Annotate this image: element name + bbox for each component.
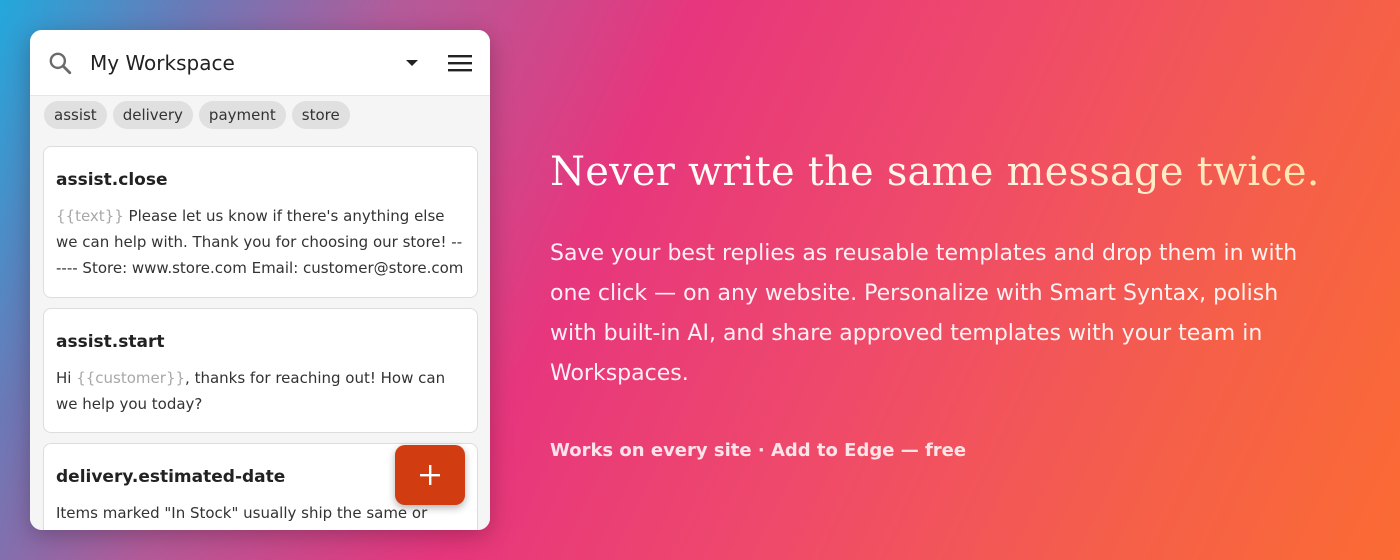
template-card[interactable]: assist.start Hi {{customer}}, thanks for… — [43, 308, 478, 433]
template-title: assist.start — [56, 332, 165, 352]
template-card[interactable]: assist.close {{text}} Please let us know… — [43, 146, 478, 298]
tag-chip-assist[interactable]: assist — [44, 101, 107, 129]
search-icon[interactable] — [46, 49, 74, 77]
tag-chip-delivery[interactable]: delivery — [112, 101, 193, 129]
chevron-down-icon[interactable] — [398, 49, 426, 77]
workspace-title[interactable]: My Workspace — [90, 51, 398, 75]
hero-headline: Never write the same message twice. — [550, 142, 1370, 202]
hero-description: Save your best replies as reusable templ… — [550, 241, 1298, 386]
popup-header: My Workspace — [30, 30, 490, 96]
tag-filter-row: assist delivery payment store — [30, 96, 490, 134]
template-variable: {{customer}} — [76, 369, 186, 387]
tag-chip-store[interactable]: store — [291, 101, 350, 129]
template-variable: {{text}} — [56, 207, 124, 225]
add-template-button[interactable] — [395, 445, 465, 505]
plus-icon — [420, 465, 440, 485]
tag-chip-payment[interactable]: payment — [198, 101, 286, 129]
template-title: assist.close — [56, 170, 168, 190]
hamburger-menu-icon[interactable] — [446, 49, 474, 77]
hero-cta[interactable]: Works on every site · Add to Edge — free — [550, 438, 1330, 464]
template-body: Hi {{customer}}, thanks for reaching out… — [56, 365, 465, 417]
template-body: {{text}} Please let us know if there's a… — [56, 203, 465, 281]
template-body-prefix: Hi — [56, 369, 77, 387]
